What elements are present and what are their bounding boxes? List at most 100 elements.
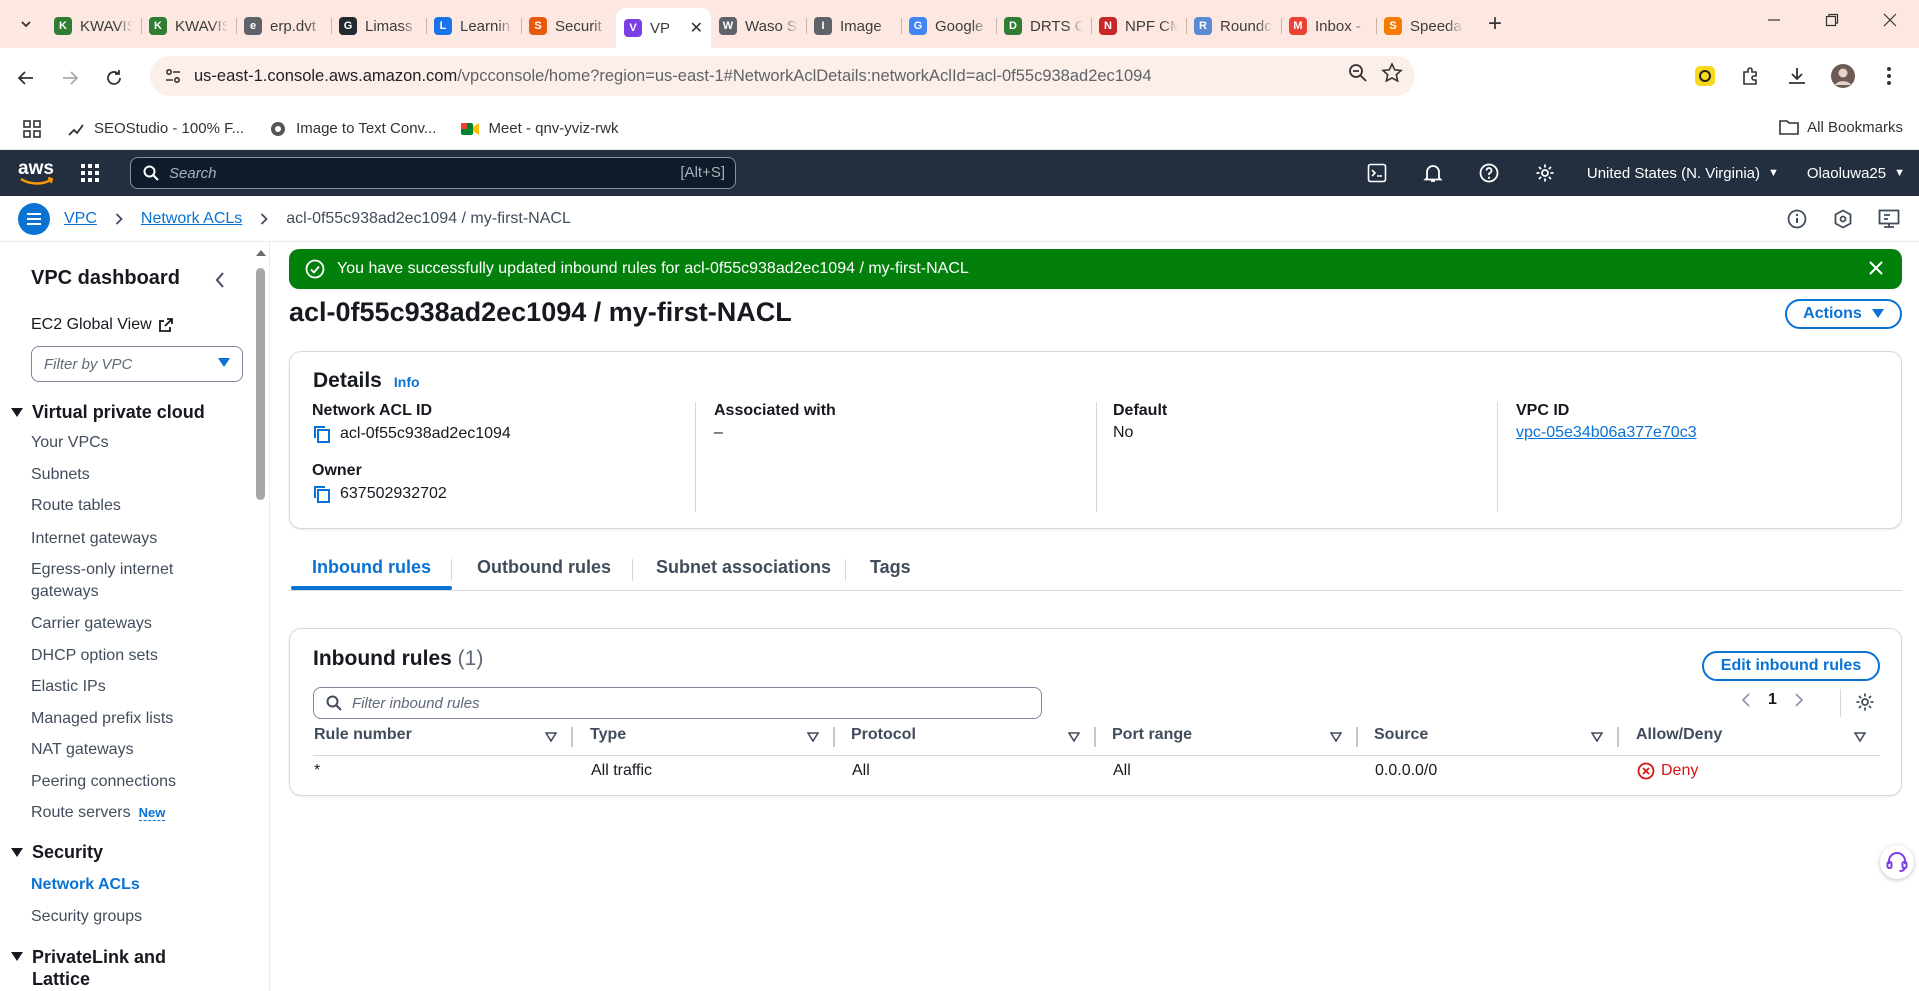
close-window-icon[interactable] (1861, 0, 1919, 40)
sidebar-item-network-acls[interactable]: Network ACLs (31, 874, 231, 896)
services-grid-icon[interactable] (80, 163, 100, 183)
address-bar[interactable]: us-east-1.console.aws.amazon.com/vpccons… (150, 56, 1415, 96)
info-panel-icon[interactable] (1781, 204, 1813, 234)
copy-icon[interactable] (312, 424, 332, 444)
sort-caret-icon[interactable] (1330, 732, 1342, 742)
download-icon[interactable] (1781, 60, 1813, 92)
sidebar-item-peering-connections[interactable]: Peering connections (31, 771, 231, 793)
region-selector[interactable]: United States (N. Virginia) ▼ (1573, 165, 1793, 182)
tab-search-chevron-icon[interactable] (12, 10, 40, 38)
bookmark-item[interactable]: Meet - qnv-yviz-rwk (460, 119, 618, 139)
section-virtual-private-cloud[interactable]: Virtual private cloud (10, 402, 205, 423)
col-header-rule-number[interactable]: Rule number (314, 726, 412, 744)
browser-tab-active[interactable]: V VP ✕ (616, 8, 711, 48)
dismiss-close-icon[interactable] (1868, 260, 1884, 276)
help-icon[interactable] (1461, 150, 1517, 196)
col-header-allow-deny[interactable]: Allow/Deny (1636, 726, 1722, 744)
reload-icon[interactable] (96, 60, 132, 96)
bookmark-item[interactable]: SEOStudio - 100% F... (66, 119, 244, 139)
browser-tab[interactable]: G Limass (331, 8, 426, 44)
table-preferences-gear-icon[interactable] (1855, 692, 1875, 712)
col-header-source[interactable]: Source (1374, 726, 1428, 744)
column-divider[interactable] (571, 727, 573, 747)
browser-tab[interactable]: K KWAVIS (141, 8, 236, 44)
security-shield-icon[interactable] (1827, 204, 1859, 234)
copy-icon[interactable] (312, 484, 332, 504)
cloudshell-icon[interactable] (1349, 150, 1405, 196)
browser-tab[interactable]: L Learnin (426, 8, 521, 44)
next-page-chevron-icon[interactable] (1795, 693, 1803, 707)
section-privatelink[interactable]: PrivateLink and Lattice (10, 946, 210, 990)
restore-icon[interactable] (1803, 0, 1861, 40)
filter-inbound-rules-input[interactable]: Filter inbound rules (313, 687, 1042, 719)
col-header-type[interactable]: Type (590, 726, 626, 744)
tutorial-panel-icon[interactable] (1873, 204, 1905, 234)
sidebar-item-security-groups[interactable]: Security groups (31, 906, 231, 928)
sidebar-item-elastic-ips[interactable]: Elastic IPs (31, 676, 231, 698)
current-page[interactable]: 1 (1768, 691, 1777, 709)
browser-tab[interactable]: M Inbox - (1281, 8, 1376, 44)
extension-yellow-icon[interactable] (1689, 60, 1721, 92)
settings-gear-icon[interactable] (1517, 150, 1573, 196)
all-bookmarks[interactable]: All Bookmarks (1779, 118, 1903, 136)
forward-arrow-icon[interactable] (52, 60, 88, 96)
browser-tab[interactable]: S Speeda (1376, 8, 1471, 44)
minimize-icon[interactable] (1745, 0, 1803, 40)
browser-tab[interactable]: S Securit (521, 8, 616, 44)
bookmark-star-icon[interactable] (1381, 62, 1403, 84)
browser-menu-icon[interactable] (1873, 60, 1905, 92)
sidebar-item-route-servers[interactable]: Route servers New (31, 802, 231, 824)
breadcrumb-network-acls[interactable]: Network ACLs (141, 210, 242, 228)
col-header-port-range[interactable]: Port range (1112, 726, 1192, 744)
breadcrumb-vpc[interactable]: VPC (64, 210, 97, 228)
browser-tab[interactable]: W Waso S (711, 8, 806, 44)
site-settings-icon[interactable] (158, 61, 188, 91)
sidebar-item-internet-gateways[interactable]: Internet gateways (31, 528, 231, 550)
tab-close-icon[interactable]: ✕ (690, 18, 703, 38)
sidebar-title[interactable]: VPC dashboard (31, 267, 180, 290)
zoom-icon[interactable] (1347, 62, 1369, 84)
browser-tab[interactable]: K KWAVIS (46, 8, 141, 44)
browser-tab[interactable]: N NPF CM (1091, 8, 1186, 44)
tab-tags[interactable]: Tags (870, 557, 911, 578)
notifications-bell-icon[interactable] (1405, 150, 1461, 196)
info-link[interactable]: Info (394, 374, 420, 390)
prev-page-chevron-icon[interactable] (1742, 693, 1750, 707)
browser-tab[interactable]: R Roundc (1186, 8, 1281, 44)
column-divider[interactable] (1617, 727, 1619, 747)
sidebar-item-dhcp-option-sets[interactable]: DHCP option sets (31, 645, 231, 667)
aws-search-input[interactable]: Search [Alt+S] (130, 157, 736, 189)
col-header-protocol[interactable]: Protocol (851, 726, 916, 744)
support-headset-icon[interactable] (1880, 845, 1914, 879)
tab-outbound-rules[interactable]: Outbound rules (477, 557, 611, 578)
sidebar-scrollbar[interactable] (252, 242, 269, 991)
account-menu[interactable]: Olaoluwa25 ▼ (1793, 165, 1919, 182)
sidebar-item-route-tables[interactable]: Route tables (31, 495, 231, 517)
aws-logo[interactable]: aws (18, 158, 56, 188)
scrollbar-thumb[interactable] (256, 268, 265, 500)
profile-avatar[interactable] (1827, 60, 1859, 92)
section-security[interactable]: Security (10, 842, 103, 863)
sidebar-item-subnets[interactable]: Subnets (31, 464, 231, 486)
sidebar-item-managed-prefix-lists[interactable]: Managed prefix lists (31, 708, 231, 730)
extensions-puzzle-icon[interactable] (1735, 60, 1767, 92)
actions-button[interactable]: Actions (1785, 299, 1902, 329)
sort-caret-icon[interactable] (1591, 732, 1603, 742)
new-tab-plus-icon[interactable]: + (1481, 10, 1509, 38)
column-divider[interactable] (1356, 727, 1358, 747)
sidebar-item-your-vpcs[interactable]: Your VPCs (31, 432, 231, 454)
sort-caret-icon[interactable] (1068, 732, 1080, 742)
bookmark-item[interactable]: Image to Text Conv... (268, 119, 436, 139)
tab-inbound-rules[interactable]: Inbound rules (312, 557, 431, 578)
browser-tab[interactable]: I Image (806, 8, 901, 44)
ec2-global-view-link[interactable]: EC2 Global View (31, 316, 174, 334)
collapse-chevron-left-icon[interactable] (208, 268, 232, 292)
apps-grid-icon[interactable] (22, 119, 42, 139)
tab-subnet-associations[interactable]: Subnet associations (656, 557, 831, 578)
sort-caret-icon[interactable] (545, 732, 557, 742)
edit-inbound-rules-button[interactable]: Edit inbound rules (1702, 651, 1880, 681)
side-nav-menu-icon[interactable] (18, 202, 50, 235)
browser-tab[interactable]: G Google (901, 8, 996, 44)
browser-tab[interactable]: D DRTS C (996, 8, 1091, 44)
sidebar-item-egress-only-gateways[interactable]: Egress-only internet gateways (31, 559, 201, 603)
